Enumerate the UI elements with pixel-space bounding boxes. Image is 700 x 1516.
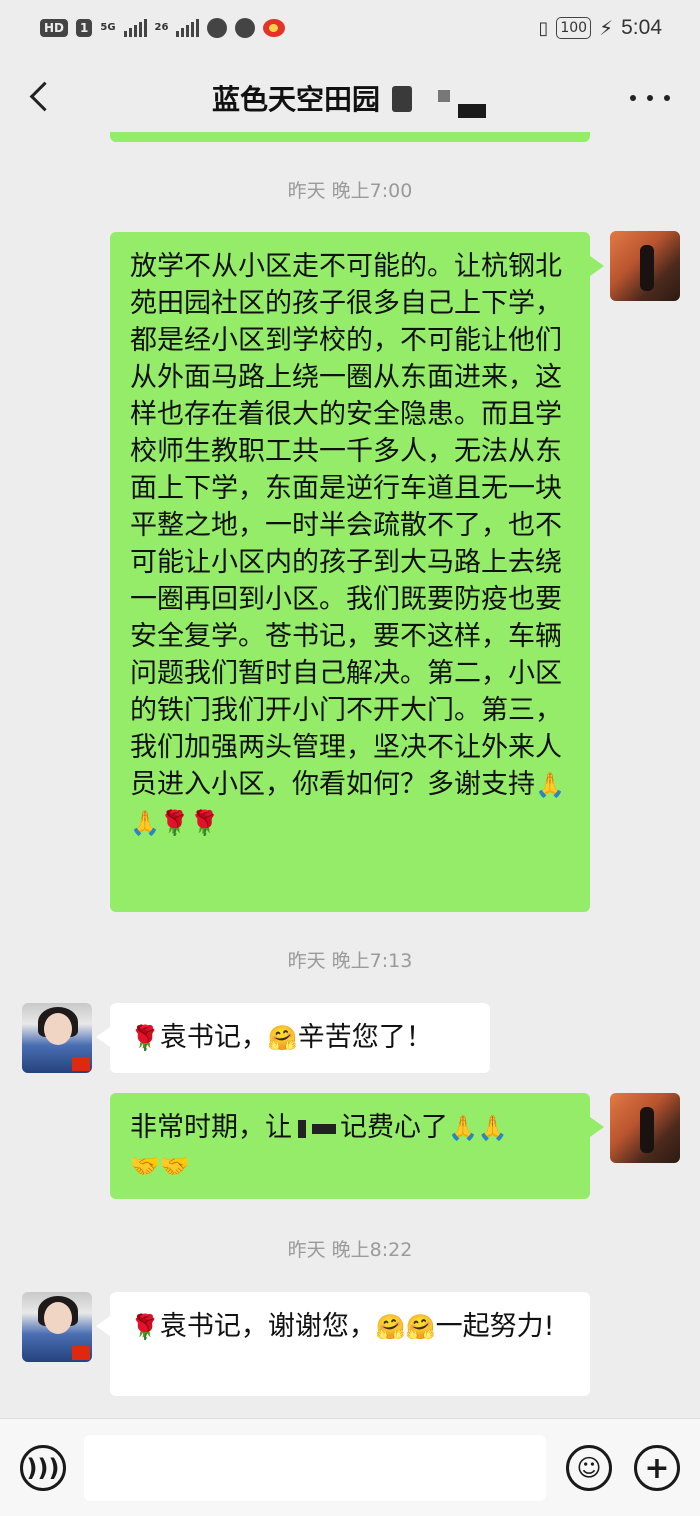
rose-emoji: 🌹 (189, 809, 220, 837)
hug-emoji: 🤗 (267, 1024, 298, 1052)
network-type-1: 5G (100, 22, 116, 33)
message-input[interactable] (84, 1435, 546, 1501)
message-text: 非常时期，让 (130, 1112, 292, 1143)
avatar-face (44, 1013, 72, 1045)
plus-icon: + (644, 1450, 670, 1486)
title-redaction (392, 86, 412, 112)
message-text: 袁书记， (159, 1022, 268, 1053)
message-text: 袁书记，谢谢您， (159, 1311, 376, 1342)
message-text: 放学不从小区走不可能的。让杭钢北苑田园社区的孩子很多自己上下学，都是经小区到学校… (130, 251, 562, 800)
redaction (312, 1123, 336, 1134)
title-redaction-2 (438, 90, 450, 102)
chat-title: 蓝色天空田园 (212, 83, 381, 116)
timestamp: 昨天 晚上8:22 (287, 1239, 413, 1261)
message-bubble[interactable]: 放学不从小区走不可能的。让杭钢北苑田园社区的孩子很多自己上下学，都是经小区到学校… (110, 232, 604, 912)
message-bubble[interactable]: 🌹袁书记，谢谢您，🤗🤗一起努力! (96, 1292, 590, 1396)
handshake-emoji: 🤝 (130, 1152, 160, 1180)
signal-icon (123, 19, 147, 37)
clock: 5:04 (621, 16, 662, 39)
flag-icon (72, 1346, 90, 1360)
message-bubble[interactable]: 🌹袁书记，🤗辛苦您了！ (96, 1003, 490, 1073)
avatar[interactable] (22, 1003, 92, 1073)
more-icon-dot (630, 95, 636, 101)
location-icon (207, 18, 228, 38)
vibrate-icon: ▯ (538, 17, 549, 39)
folded-hands-emoji: 🙏 (130, 809, 160, 837)
weibo-icon (263, 19, 286, 37)
message-text: 记费心了 (340, 1112, 448, 1143)
browser-icon (235, 18, 256, 38)
signal-icon-2 (176, 19, 200, 37)
rose-emoji: 🌹 (159, 809, 190, 837)
hug-emoji: 🤗 (405, 1313, 436, 1341)
timestamp: 昨天 晚上7:13 (287, 950, 413, 972)
voice-button[interactable]: ))) (20, 1445, 66, 1491)
hd-badge: HD (40, 19, 69, 37)
back-button[interactable] (20, 76, 60, 116)
message-text: 辛苦您了！ (297, 1022, 433, 1053)
input-bar: ))) ☺ + (0, 1418, 700, 1516)
title-redaction-3 (458, 104, 486, 118)
folded-hands-emoji: 🙏 (448, 1114, 478, 1142)
more-button[interactable] (630, 88, 670, 108)
sim-badge: 1 (76, 19, 93, 37)
network-type-2: 26 (154, 22, 169, 33)
redaction (298, 1119, 306, 1138)
avatar[interactable] (22, 1292, 92, 1362)
message-text: 一起努力! (435, 1311, 555, 1342)
charging-icon: ⚡ (599, 16, 614, 40)
avatar[interactable] (610, 1093, 680, 1163)
avatar-face (44, 1302, 72, 1334)
more-icon-dot (664, 95, 670, 101)
plus-button[interactable]: + (634, 1445, 680, 1491)
hug-emoji: 🤗 (375, 1313, 406, 1341)
avatar[interactable] (610, 231, 680, 301)
timestamp: 昨天 晚上7:00 (287, 180, 413, 202)
handshake-emoji: 🤝 (159, 1152, 190, 1180)
chat-header: 蓝色天空田园 (0, 56, 700, 138)
rose-emoji: 🌹 (130, 1024, 160, 1052)
emoji-button[interactable]: ☺ (566, 1445, 612, 1491)
status-bar: HD 1 5G 26 ▯ 100 ⚡ 5:04 (0, 0, 700, 56)
flag-icon (72, 1057, 90, 1071)
folded-hands-emoji: 🙏 (477, 1114, 508, 1142)
previous-message-edge (110, 132, 590, 142)
message-bubble[interactable]: 非常时期，让 记费心了🙏🙏 🤝🤝 (110, 1093, 604, 1199)
folded-hands-emoji: 🙏 (535, 771, 565, 799)
status-right: ▯ 100 ⚡ 5:04 (538, 16, 662, 40)
smiley-icon: ☺ (576, 1454, 602, 1482)
rose-emoji: 🌹 (130, 1313, 160, 1341)
battery-icon: 100 (556, 17, 592, 39)
voice-icon: ))) (26, 1454, 60, 1482)
status-left: HD 1 5G 26 (40, 18, 286, 38)
more-icon-dot (647, 95, 653, 101)
